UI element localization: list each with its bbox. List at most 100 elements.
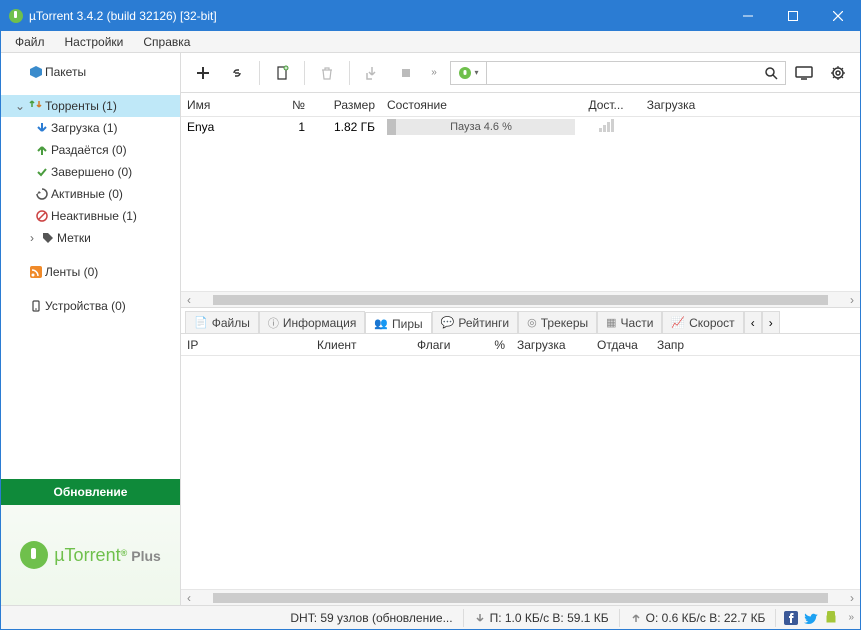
add-url-button[interactable] — [221, 59, 253, 87]
status-dht[interactable]: DHT: 59 узлов (обновление... — [280, 609, 463, 627]
create-torrent-button[interactable] — [266, 59, 298, 87]
search-input[interactable] — [487, 62, 757, 84]
tab-trackers[interactable]: ◎Трекеры — [518, 311, 597, 333]
col-download[interactable]: Загрузка — [511, 338, 591, 352]
col-size[interactable]: Размер — [311, 98, 381, 112]
ratings-icon: 💬 — [441, 316, 455, 329]
sidebar-item-label: Торренты (1) — [45, 99, 117, 113]
tab-speed[interactable]: 📈Скорост — [662, 311, 743, 333]
sidebar-item-downloading[interactable]: Загрузка (1) — [1, 117, 180, 139]
tab-pieces[interactable]: ▦Части — [597, 311, 662, 333]
tab-scroll-right[interactable]: › — [762, 311, 780, 333]
sidebar-packages[interactable]: Пакеты — [1, 61, 180, 83]
scroll-thumb[interactable] — [213, 295, 828, 305]
progress-text: Пауза 4.6 % — [450, 121, 512, 133]
col-avail[interactable]: Дост... — [581, 98, 631, 112]
peers-header: IP Клиент Флаги % Загрузка Отдача Запр — [181, 334, 860, 356]
preferences-button[interactable] — [822, 59, 854, 87]
torrent-list-header: Имя № Размер Состояние Дост... Загрузка — [181, 93, 860, 117]
sidebar-item-label: Метки — [57, 231, 91, 245]
col-download[interactable]: Загрузка — [631, 98, 711, 112]
tab-files[interactable]: 📄Файлы — [185, 311, 259, 333]
search-icon — [764, 66, 778, 80]
details-scrollbar[interactable]: ‹ › — [181, 589, 860, 605]
sidebar-devices[interactable]: Устройства (0) — [1, 295, 180, 317]
sidebar-item-seeding[interactable]: Раздаётся (0) — [1, 139, 180, 161]
sidebar-item-inactive[interactable]: Неактивные (1) — [1, 205, 180, 227]
col-upload[interactable]: Отдача — [591, 338, 651, 352]
start-button[interactable] — [356, 59, 388, 87]
status-upload[interactable]: О: 0.6 КБ/с В: 22.7 КБ — [620, 609, 777, 627]
menu-help[interactable]: Справка — [135, 33, 198, 51]
tab-peers[interactable]: 👥Пиры — [365, 312, 431, 334]
scroll-right-icon: › — [844, 293, 860, 307]
maximize-icon — [788, 11, 798, 21]
file-icon: 📄 — [194, 316, 208, 329]
android-icon[interactable] — [824, 611, 838, 625]
scroll-left-icon: ‹ — [181, 591, 197, 605]
close-button[interactable] — [815, 1, 860, 31]
tag-icon — [39, 232, 57, 244]
cell-size: 1.82 ГБ — [311, 120, 381, 134]
col-ip[interactable]: IP — [181, 338, 311, 352]
sidebar-feeds[interactable]: Ленты (0) — [1, 261, 180, 283]
tab-info[interactable]: ⓘИнформация — [259, 311, 365, 333]
horizontal-scrollbar[interactable]: ‹ › — [181, 291, 860, 307]
dropdown-arrow-icon: ▾ — [474, 68, 478, 77]
more-button[interactable]: » — [424, 59, 444, 87]
menu-settings[interactable]: Настройки — [57, 33, 132, 51]
status-download[interactable]: П: 1.0 КБ/с В: 59.1 КБ — [464, 609, 620, 627]
speed-icon: 📈 — [671, 316, 685, 329]
col-name[interactable]: Имя — [181, 98, 281, 112]
update-button[interactable]: Обновление — [1, 479, 180, 505]
sidebar-item-active[interactable]: Активные (0) — [1, 183, 180, 205]
minimize-icon — [743, 11, 753, 21]
plus-promo[interactable]: µTorrent®Plus — [1, 505, 180, 605]
sidebar-item-completed[interactable]: Завершено (0) — [1, 161, 180, 183]
add-torrent-button[interactable] — [187, 59, 219, 87]
chevron-down-icon: ⌄ — [13, 99, 27, 113]
stop-button[interactable] — [390, 59, 422, 87]
col-state[interactable]: Состояние — [381, 98, 581, 112]
active-icon — [33, 188, 51, 200]
scroll-right-icon: › — [844, 591, 860, 605]
remove-button[interactable] — [311, 59, 343, 87]
sidebar-item-label: Раздаётся (0) — [51, 143, 127, 157]
sidebar-labels[interactable]: › Метки — [1, 227, 180, 249]
menu-bar: Файл Настройки Справка — [1, 31, 860, 53]
col-req[interactable]: Запр — [651, 338, 691, 352]
maximize-button[interactable] — [770, 1, 815, 31]
remote-button[interactable] — [788, 59, 820, 87]
sidebar-torrents[interactable]: ⌄ Торренты (1) — [1, 95, 180, 117]
col-flags[interactable]: Флаги — [411, 338, 471, 352]
scroll-thumb[interactable] — [213, 593, 828, 603]
window-title: µTorrent 3.4.2 (build 32126) [32-bit] — [29, 9, 217, 23]
col-num[interactable]: № — [281, 98, 311, 112]
menu-file[interactable]: Файл — [7, 33, 53, 51]
torrent-row[interactable]: Enya 1 1.82 ГБ Пауза 4.6 % — [181, 117, 860, 137]
col-percent[interactable]: % — [471, 338, 511, 352]
torrent-list: Имя № Размер Состояние Дост... Загрузка … — [181, 93, 860, 308]
cell-avail — [581, 119, 631, 135]
col-client[interactable]: Клиент — [311, 338, 411, 352]
cell-state: Пауза 4.6 % — [381, 119, 581, 135]
utorrent-logo-icon — [20, 541, 48, 569]
twitter-icon[interactable] — [804, 611, 818, 625]
plus-icon — [195, 65, 211, 81]
app-logo-icon — [9, 9, 23, 23]
chevron-right-icon: » — [431, 67, 437, 78]
tab-scroll-left[interactable]: ‹ — [744, 311, 762, 333]
rss-icon — [27, 266, 45, 278]
search-button[interactable] — [757, 62, 785, 84]
search-engine-button[interactable]: ▾ — [451, 62, 487, 84]
sidebar-item-label: Загрузка (1) — [51, 121, 118, 135]
minimize-button[interactable] — [725, 1, 770, 31]
check-icon — [33, 166, 51, 178]
sidebar-tree: Пакеты ⌄ Торренты (1) Загрузка (1) Ра — [1, 53, 180, 479]
tab-ratings[interactable]: 💬Рейтинги — [432, 311, 518, 333]
inactive-icon — [33, 210, 51, 222]
expand-status-icon[interactable]: » — [848, 612, 854, 623]
trash-icon — [319, 65, 335, 81]
facebook-icon[interactable] — [784, 611, 798, 625]
sidebar-footer: Обновление µTorrent®Plus — [1, 479, 180, 605]
